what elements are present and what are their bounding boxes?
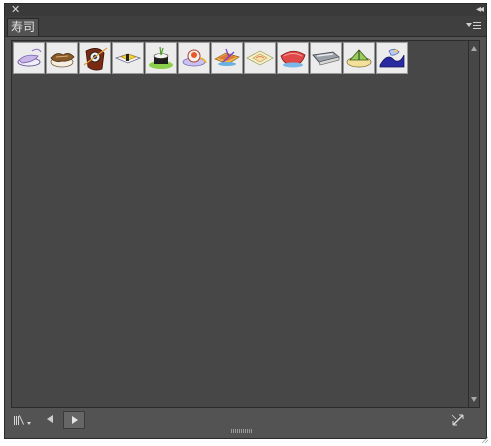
symbol-3[interactable] xyxy=(79,42,111,74)
previous-library-button[interactable] xyxy=(39,411,61,429)
mackerel-sushi-icon xyxy=(312,51,340,66)
scroll-down-arrow-icon[interactable] xyxy=(471,397,477,402)
symbol-7[interactable] xyxy=(211,42,243,74)
symbol-11[interactable] xyxy=(343,42,375,74)
vertical-scrollbar[interactable] xyxy=(468,40,480,408)
tuna-sushi-icon xyxy=(280,50,306,68)
panel-resize-gripper[interactable] xyxy=(231,429,253,433)
egg-sushi-icon xyxy=(114,53,142,64)
maki-roll-icon xyxy=(149,46,173,69)
break-link-button[interactable] xyxy=(450,412,466,428)
tab-sushi[interactable]: 寿司 xyxy=(7,18,39,36)
symbol-list xyxy=(13,42,409,74)
symbols-panel: ✕ ◂◂ 寿司 xyxy=(4,3,487,439)
break-link-icon xyxy=(451,414,464,426)
previous-library-icon xyxy=(47,415,53,423)
symbol-grid xyxy=(11,40,472,408)
tab-bar: 寿司 xyxy=(5,16,486,37)
symbol-9[interactable] xyxy=(277,42,309,74)
white-fish-sushi-icon xyxy=(246,50,274,66)
symbol-2[interactable] xyxy=(46,42,78,74)
next-library-button[interactable] xyxy=(63,411,85,429)
next-library-icon xyxy=(72,416,78,424)
eel-sushi-icon xyxy=(50,53,75,68)
panel-bottom-bar xyxy=(5,410,486,430)
symbol-4[interactable] xyxy=(112,42,144,74)
salmon-roe-icon xyxy=(182,49,207,67)
scroll-up-arrow-icon[interactable] xyxy=(471,46,477,51)
shrimp-sushi-icon xyxy=(17,48,42,67)
symbol-5[interactable] xyxy=(145,42,177,74)
symbol-10[interactable] xyxy=(310,42,342,74)
symbol-8[interactable] xyxy=(244,42,276,74)
panel-menu-icon[interactable] xyxy=(466,21,482,31)
collapse-icon[interactable]: ◂◂ xyxy=(476,3,484,16)
symbol-12[interactable] xyxy=(376,42,408,74)
cucumber-sushi-icon xyxy=(346,49,372,68)
symbol-libraries-menu-icon[interactable] xyxy=(13,413,33,427)
close-icon[interactable]: ✕ xyxy=(11,3,20,16)
symbol-6[interactable] xyxy=(178,42,210,74)
fish-sushi-icon xyxy=(214,48,240,66)
resize-corner-icon[interactable] xyxy=(481,436,489,444)
chopsticks-roll-icon xyxy=(83,47,108,71)
wave-sushi-icon xyxy=(379,48,405,68)
symbol-1[interactable] xyxy=(13,42,45,74)
